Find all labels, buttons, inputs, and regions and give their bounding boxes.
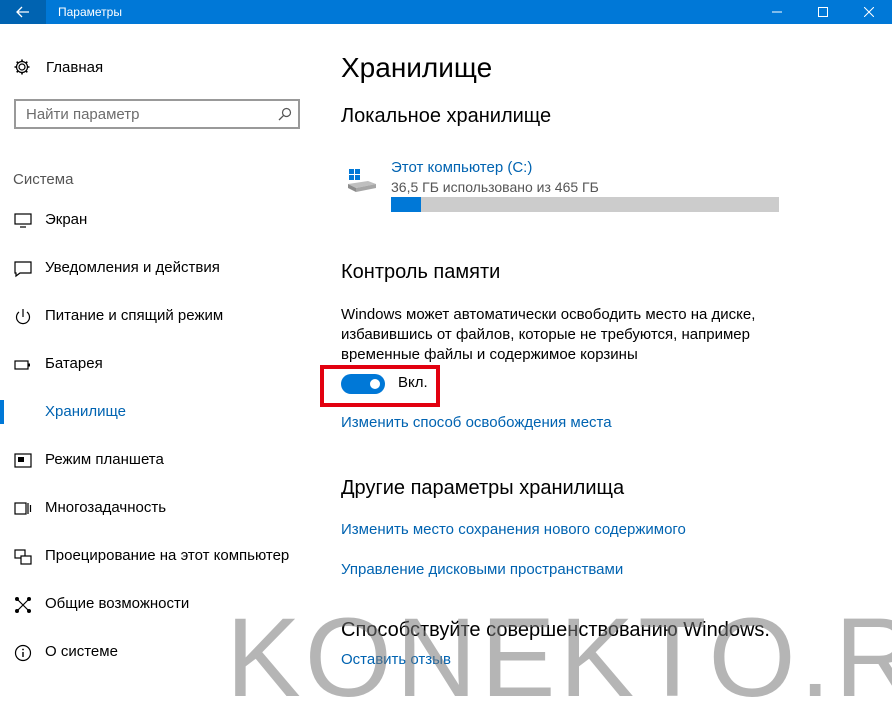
tablet-mode-icon [14,453,32,468]
display-icon [14,213,32,228]
back-arrow-icon [16,6,29,18]
sidebar-item-label: Общие возможности [45,595,190,612]
manage-storage-spaces-link[interactable]: Управление дисковыми пространствами [341,561,623,578]
sidebar-item-storage[interactable]: Хранилище [0,392,315,432]
sidebar-item-battery[interactable]: Батарея [0,344,315,384]
storage-sense-description: Windows может автоматически освободить м… [341,306,756,363]
close-button[interactable] [846,0,892,24]
window-title: Параметры [58,5,122,19]
sidebar-item-tablet-mode[interactable]: Режим планшета [0,440,315,480]
sidebar-item-label: Многозадачность [45,499,167,516]
power-icon [15,309,31,325]
search-input[interactable] [16,101,276,127]
home-nav-item[interactable]: Главная [13,58,103,76]
local-storage-heading: Локальное хранилище [341,105,552,127]
section-title-system: Система [13,171,74,188]
other-settings-heading: Другие параметры хранилища [341,477,625,499]
notifications-icon [14,261,32,278]
feedback-heading: Способствуйте совершенствованию Windows. [341,619,770,641]
sidebar-item-label: Экран [45,211,88,228]
toggle-state-label: Вкл. [398,374,428,391]
sidebar-item-label: Режим планшета [45,451,164,468]
give-feedback-link[interactable]: Оставить отзыв [341,651,451,668]
about-icon [14,644,32,662]
active-indicator [0,400,4,424]
search-icon[interactable] [278,107,292,121]
main-content: Хранилище Локальное хранилище Этот компь… [320,24,881,724]
sidebar-item-label: Хранилище [45,403,126,420]
sidebar-item-label: Уведомления и действия [45,259,220,276]
sidebar-item-notifications[interactable]: Уведомления и действия [0,248,315,288]
search-box[interactable] [14,99,300,129]
maximize-button[interactable] [800,0,846,24]
sidebar-item-multitasking[interactable]: Многозадачность [0,488,315,528]
shared-experiences-icon [15,597,31,613]
sidebar-item-display[interactable]: Экран [0,200,315,240]
drive-usage-text: 36,5 ГБ использовано из 465 ГБ [391,179,599,195]
storage-sense-toggle[interactable] [341,374,385,394]
settings-window: Параметры Главная Система [0,0,892,724]
close-icon [864,7,874,17]
toggle-knob [370,379,380,389]
drive-usage-bar-fill [391,197,422,212]
back-button[interactable] [0,0,46,24]
sidebar-item-label: Питание и спящий режим [45,307,224,324]
drive-c-item[interactable]: Этот компьютер (C:) 36,5 ГБ использовано… [341,158,801,218]
sidebar-item-projecting[interactable]: Проецирование на этот компьютер [0,536,315,576]
sidebar: Главная Система Экран Уведомления и дейс… [0,24,315,724]
gear-icon [14,59,30,75]
projecting-icon [14,549,32,565]
battery-icon [14,360,30,370]
sidebar-item-about[interactable]: О системе [0,632,315,672]
home-label: Главная [46,58,104,76]
multitasking-icon [14,502,32,515]
storage-sense-heading: Контроль памяти [341,261,501,283]
drive-usage-bar [391,197,779,212]
sidebar-item-shared-experiences[interactable]: Общие возможности [0,584,315,624]
maximize-icon [818,7,828,17]
drive-name-link[interactable]: Этот компьютер (C:) [391,159,532,176]
hard-drive-icon [348,169,376,192]
sidebar-item-power[interactable]: Питание и спящий режим [0,296,315,336]
page-title: Хранилище [341,52,493,83]
sidebar-item-label: Батарея [45,355,103,372]
sidebar-item-label: Проецирование на этот компьютер [45,547,290,564]
sidebar-item-label: О системе [45,643,118,660]
change-free-space-link[interactable]: Изменить способ освобождения места [341,414,612,431]
minimize-button[interactable] [754,0,800,24]
minimize-icon [772,11,782,13]
change-save-location-link[interactable]: Изменить место сохранения нового содержи… [341,521,686,538]
title-bar: Параметры [0,0,892,24]
